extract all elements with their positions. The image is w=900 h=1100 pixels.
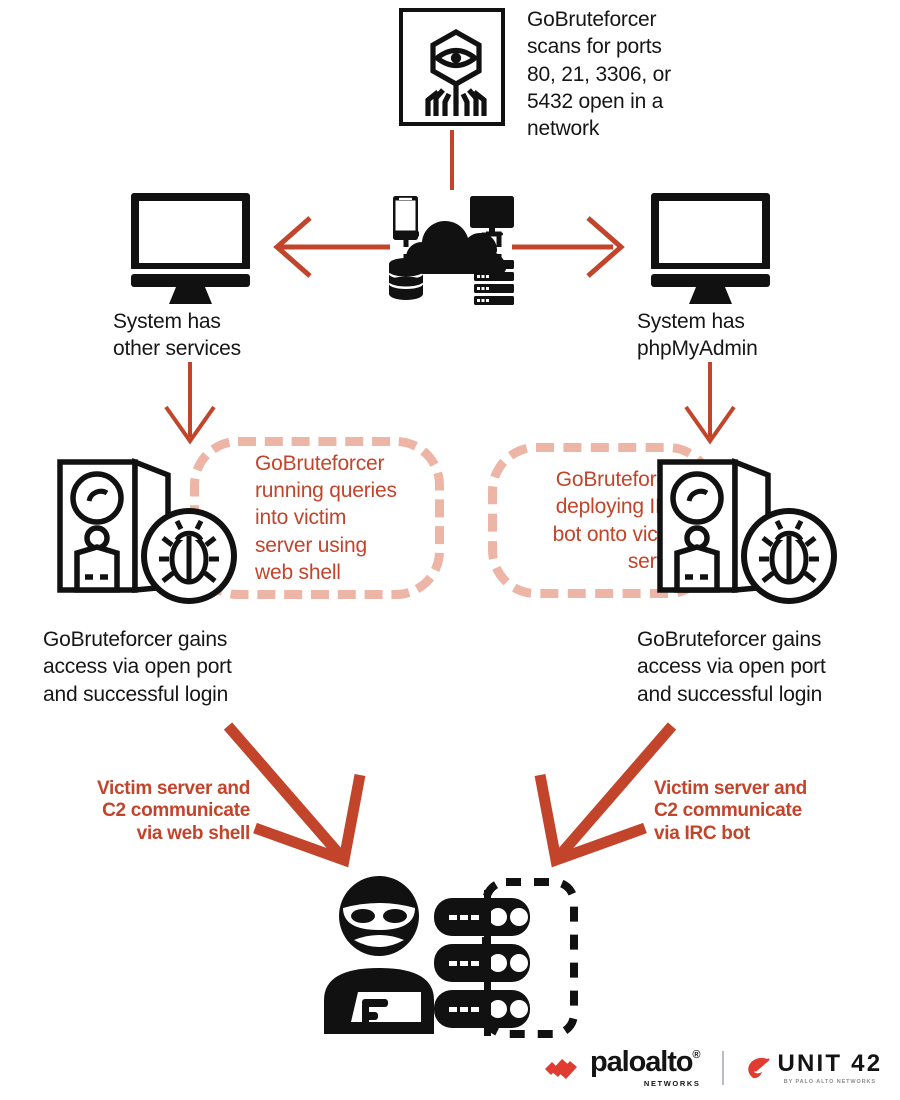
unit42-wordmark: UNIT 42 bbox=[777, 1049, 883, 1077]
paloalto-mark-icon bbox=[545, 1059, 577, 1079]
left-victim-caption-line: GoBruteforcer gains bbox=[43, 628, 228, 651]
unit42-subtext: BY PALO ALTO NETWORKS bbox=[783, 1078, 876, 1085]
left-victim-caption-line: access via open port bbox=[43, 655, 232, 679]
callout-line: server using bbox=[255, 533, 367, 557]
unit42-logo: UNIT 42 BY PALO ALTO NETWORKS bbox=[746, 1049, 883, 1085]
left-system-icon bbox=[128, 190, 253, 305]
paloalto-wordmark: paloalto bbox=[590, 1046, 693, 1078]
footer-logos: paloalto ® NETWORKS UNIT 42 BY PALO ALTO… bbox=[545, 1048, 882, 1088]
c2-icon bbox=[318, 872, 582, 1042]
scanner-caption-line: 80, 21, 3306, or bbox=[527, 62, 671, 86]
right-c2-edge-label: Victim server and C2 communicate via IRC… bbox=[654, 778, 854, 845]
left-victim-caption-line: and successful login bbox=[43, 682, 229, 706]
desktop-monitor-icon bbox=[651, 193, 770, 304]
right-system-icon bbox=[648, 190, 773, 305]
left-system-caption-line: System has bbox=[113, 310, 221, 333]
left-c2-edge-label: Victim server and C2 communicate via web… bbox=[60, 778, 250, 845]
arrow-right-system-to-right-victim bbox=[684, 362, 736, 445]
edge-label-line: Victim server and bbox=[654, 778, 807, 799]
arrow-left-system-to-left-victim bbox=[164, 362, 216, 445]
edge-label-line: C2 communicate bbox=[654, 800, 802, 822]
cloud-network-icon bbox=[376, 186, 528, 308]
arrow-network-to-left-system bbox=[273, 216, 390, 278]
scanner-caption-line: network bbox=[527, 117, 600, 141]
callout-line: web shell bbox=[255, 560, 341, 584]
right-victim-icon bbox=[655, 455, 840, 605]
logo-divider bbox=[722, 1051, 725, 1085]
callout-line: running queries bbox=[255, 479, 397, 503]
right-victim-caption-line: and successful login bbox=[637, 682, 823, 706]
monitor-icon bbox=[470, 196, 514, 236]
right-victim-caption-line: access via open port bbox=[637, 655, 826, 679]
left-system-caption: System has other services bbox=[113, 308, 323, 363]
callout-line: into victim bbox=[255, 506, 347, 530]
scanner-caption: GoBruteforcer scans for ports 80, 21, 33… bbox=[527, 6, 727, 142]
server-rack-icon bbox=[434, 890, 530, 1036]
infected-server-icon bbox=[657, 457, 837, 604]
scanner-caption-line: 5432 open in a bbox=[527, 89, 664, 113]
left-system-caption-line: other services bbox=[113, 337, 241, 361]
left-victim-icon bbox=[55, 455, 240, 605]
edge-label-line: C2 communicate bbox=[102, 800, 250, 822]
scanner-caption-line: GoBruteforcer bbox=[527, 8, 657, 31]
arrow-right-victim-to-c2 bbox=[534, 722, 677, 868]
spider-bot-icon bbox=[425, 29, 487, 116]
edge-label-line: Victim server and bbox=[97, 778, 250, 799]
registered-trademark-icon: ® bbox=[692, 1049, 701, 1061]
right-victim-caption: GoBruteforcer gains access via open port… bbox=[637, 626, 897, 708]
scanner-icon-box bbox=[399, 8, 505, 126]
right-system-caption-line: phpMyAdmin bbox=[637, 337, 758, 361]
hacker-server-icon bbox=[324, 876, 578, 1038]
paloalto-logo: paloalto ® NETWORKS bbox=[545, 1048, 700, 1088]
arrow-network-to-right-system bbox=[512, 216, 625, 278]
right-system-caption: System has phpMyAdmin bbox=[637, 308, 857, 363]
desktop-monitor-icon bbox=[131, 193, 250, 304]
infected-server-icon bbox=[57, 457, 237, 604]
masked-hacker-icon bbox=[324, 876, 434, 1034]
callout-line: GoBruteforcer bbox=[255, 451, 385, 475]
diagram-canvas: GoBruteforcer scans for ports 80, 21, 33… bbox=[0, 0, 900, 1100]
right-victim-caption-line: GoBruteforcer gains bbox=[637, 628, 822, 651]
pupil bbox=[450, 52, 462, 64]
edge-label-line: via web shell bbox=[136, 822, 251, 844]
edge-label-line: via IRC bot bbox=[654, 822, 750, 844]
left-victim-caption: GoBruteforcer gains access via open port… bbox=[43, 626, 303, 708]
unit42-mark-icon bbox=[748, 1057, 771, 1079]
right-system-caption-line: System has bbox=[637, 310, 745, 333]
scanner-caption-line: scans for ports bbox=[527, 35, 662, 59]
paloalto-subtext: NETWORKS bbox=[643, 1079, 701, 1088]
